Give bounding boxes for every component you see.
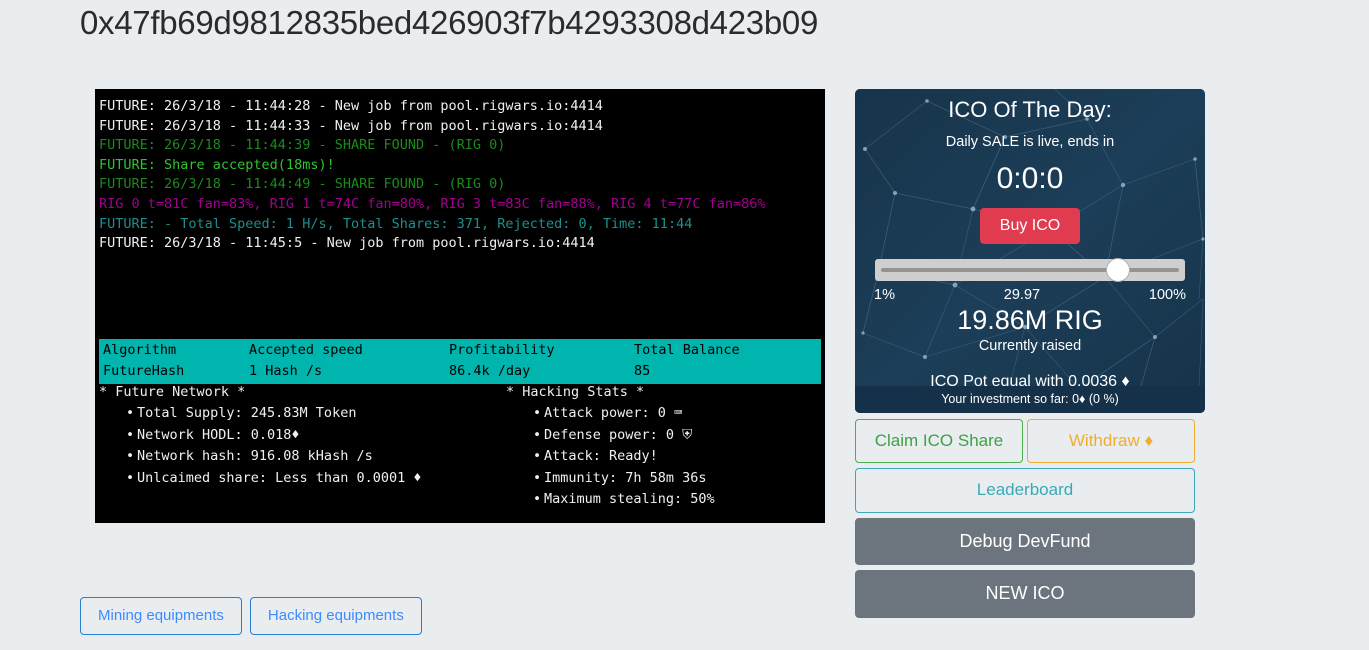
slider-max-label: 100% <box>1148 287 1186 303</box>
list-item: Immunity: 7h 58m 36s <box>533 468 825 490</box>
list-item: Attack: Ready! <box>533 446 825 468</box>
cell-algorithm: FutureHash <box>103 363 185 379</box>
console-line: RIG 0 t=81C fan=83%, RIG 1 t=74C fan=80%… <box>99 195 766 212</box>
ico-investment-footer: Your investment so far: 0♦ (0 %) <box>855 386 1205 413</box>
slider-labels: 1% 29.97 100% <box>855 281 1205 303</box>
ico-countdown-timer: 0:0:0 <box>996 162 1064 195</box>
future-network-section: * Future Network * Total Supply: 245.83M… <box>95 382 460 511</box>
claim-withdraw-row: Claim ICO Share Withdraw ♦ <box>855 419 1195 464</box>
withdraw-button[interactable]: Withdraw ♦ <box>1027 419 1195 464</box>
mining-stats-table: Algorithm Accepted speed Profitability T… <box>99 339 821 384</box>
console-line: FUTURE: 26/3/18 - 11:44:39 - SHARE FOUND… <box>99 137 506 154</box>
ico-action-buttons: Claim ICO Share Withdraw ♦ Leaderboard D… <box>855 419 1195 623</box>
ico-panel-title: ICO Of The Day: <box>948 97 1112 122</box>
list-item: Attack power: 0 ⌨ <box>533 403 825 425</box>
cell-total-balance: 85 <box>634 363 651 379</box>
ico-panel-content: ICO Of The Day: Daily SALE is live, ends… <box>855 89 1205 391</box>
new-ico-button[interactable]: NEW ICO <box>855 570 1195 618</box>
ico-raised-amount: 19.86M RIG <box>957 305 1103 335</box>
table-row: FutureHash 1 Hash /s 86.4k /day 85 <box>99 361 821 382</box>
ico-raised-label: Currently raised <box>978 338 1082 354</box>
slider-thumb[interactable] <box>1105 258 1130 282</box>
future-network-list: Total Supply: 245.83M TokenNetwork HODL:… <box>95 403 460 489</box>
table-header-row: Algorithm Accepted speed Profitability T… <box>99 340 821 361</box>
cell-profitability: 86.4k /day <box>449 363 531 379</box>
col-header-accepted-speed: Accepted speed <box>249 342 363 358</box>
console-line: FUTURE: 26/3/18 - 11:44:49 - SHARE FOUND… <box>99 176 506 193</box>
list-item: Network hash: 916.08 kHash /s <box>126 446 460 468</box>
slider-current-value: 29.97 <box>1003 287 1041 303</box>
col-header-total-balance: Total Balance <box>634 342 740 358</box>
app-root: 0x47fb69d9812835bed426903f7b4293308d423b… <box>0 0 1369 650</box>
ico-amount-slider[interactable] <box>855 244 1205 282</box>
col-header-algorithm: Algorithm <box>103 342 177 358</box>
list-item: Defense power: 0 ⛨ <box>533 425 825 447</box>
console-log-lines: FUTURE: 26/3/18 - 11:44:28 - New job fro… <box>95 89 825 254</box>
slider-min-label: 1% <box>874 287 895 303</box>
hacking-stats-title: * Hacking Stats * <box>506 384 645 400</box>
mining-console: FUTURE: 26/3/18 - 11:44:28 - New job fro… <box>95 89 825 523</box>
console-line: FUTURE: 26/3/18 - 11:45:5 - New job from… <box>99 235 595 252</box>
list-item: Network HODL: 0.018♦ <box>126 425 460 447</box>
console-line: FUTURE: 26/3/18 - 11:44:28 - New job fro… <box>99 98 603 114</box>
hacking-stats-list: Attack power: 0 ⌨Defense power: 0 ⛨Attac… <box>470 403 825 511</box>
list-item: Total Supply: 245.83M Token <box>126 403 460 425</box>
console-line: FUTURE: Share accepted(18ms)! <box>99 156 335 173</box>
slider-track-box[interactable] <box>875 258 1185 282</box>
console-line: FUTURE: 26/3/18 - 11:44:33 - New job fro… <box>99 117 603 134</box>
mining-equipments-button[interactable]: Mining equipments <box>80 597 242 635</box>
hacking-stats-section: * Hacking Stats * Attack power: 0 ⌨Defen… <box>460 382 825 511</box>
debug-devfund-button[interactable]: Debug DevFund <box>855 517 1195 566</box>
buy-ico-wrapper: Buy ICO <box>855 196 1205 244</box>
slider-track <box>881 268 1179 272</box>
col-header-profitability: Profitability <box>449 342 555 358</box>
network-info-columns: * Future Network * Total Supply: 245.83M… <box>95 382 825 511</box>
list-item: Maximum stealing: 50% <box>533 489 825 511</box>
cell-accepted-speed: 1 Hash /s <box>249 363 323 379</box>
leaderboard-button[interactable]: Leaderboard <box>855 468 1195 513</box>
ico-sale-subtitle: Daily SALE is live, ends in <box>945 134 1115 150</box>
console-line: FUTURE: - Total Speed: 1 H/s, Total Shar… <box>99 215 693 232</box>
ico-of-the-day-panel: ICO Of The Day: Daily SALE is live, ends… <box>855 89 1205 413</box>
equipment-buttons: Mining equipments Hacking equipments <box>80 597 422 635</box>
wallet-address-title: 0x47fb69d9812835bed426903f7b4293308d423b… <box>80 4 819 41</box>
claim-ico-share-button[interactable]: Claim ICO Share <box>855 419 1023 464</box>
list-item: Unlcaimed share: Less than 0.0001 ♦ <box>126 468 460 490</box>
future-network-title: * Future Network * <box>99 384 246 400</box>
hacking-equipments-button[interactable]: Hacking equipments <box>249 597 422 635</box>
buy-ico-button[interactable]: Buy ICO <box>979 208 1081 244</box>
